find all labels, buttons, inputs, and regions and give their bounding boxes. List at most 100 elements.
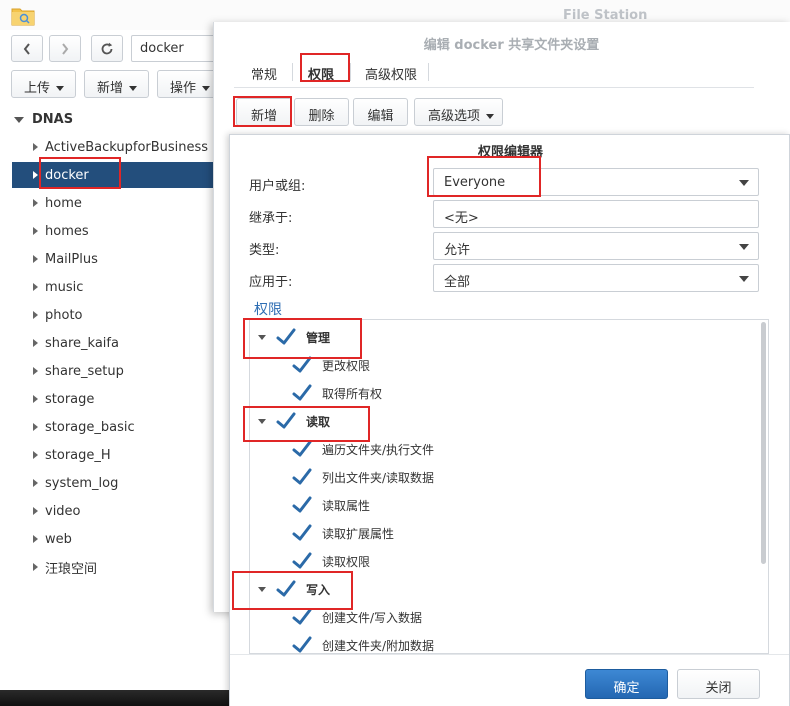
folder-item[interactable]: homes bbox=[12, 218, 214, 244]
folder-item[interactable]: MailPlus bbox=[12, 246, 214, 272]
properties-dialog-title: 编辑 docker 共享文件夹设置 bbox=[214, 22, 790, 60]
folder-label: web bbox=[45, 531, 72, 547]
tab-advanced-permissions[interactable]: 高级权限 bbox=[365, 64, 417, 83]
expand-arrow-icon bbox=[14, 116, 24, 123]
checkbox-checked[interactable] bbox=[292, 355, 312, 375]
tree-root-label: DNAS bbox=[32, 112, 74, 127]
chevron-down-icon bbox=[129, 86, 138, 91]
permission-group-label: 写入 bbox=[306, 582, 331, 597]
permission-group-write[interactable]: 写入 bbox=[258, 577, 330, 601]
folder-label: video bbox=[45, 503, 81, 519]
permission-item[interactable]: 创建文件夹/附加数据 bbox=[292, 633, 435, 653]
tab-divider bbox=[350, 63, 351, 81]
checkbox-checked[interactable] bbox=[292, 635, 312, 653]
permission-item[interactable]: 创建文件/写入数据 bbox=[292, 605, 422, 629]
permission-item[interactable]: 读取属性 bbox=[292, 493, 370, 517]
collapsed-arrow-icon bbox=[33, 451, 38, 459]
collapsed-arrow-icon bbox=[33, 255, 38, 263]
checkbox-checked[interactable] bbox=[292, 551, 312, 571]
inherited-from-field: <无> bbox=[433, 200, 759, 228]
tab-divider bbox=[292, 63, 293, 81]
tab-divider bbox=[428, 63, 429, 81]
folder-item[interactable]: home bbox=[12, 190, 214, 216]
tab-permissions[interactable]: 权限 bbox=[308, 64, 334, 83]
ok-button[interactable]: 确定 bbox=[585, 669, 668, 699]
collapsed-arrow-icon bbox=[33, 283, 38, 291]
apply-to-select[interactable]: 全部 bbox=[433, 264, 759, 292]
folder-item[interactable]: storage_basic bbox=[12, 414, 214, 440]
back-button[interactable] bbox=[11, 35, 43, 62]
folder-item[interactable]: system_log bbox=[12, 470, 214, 496]
folder-item[interactable]: video bbox=[12, 498, 214, 524]
checkbox-checked[interactable] bbox=[292, 523, 312, 543]
permission-item-label: 读取属性 bbox=[322, 498, 371, 513]
permission-item-label: 创建文件夹/附加数据 bbox=[322, 638, 435, 653]
refresh-icon bbox=[101, 42, 113, 54]
permission-group-admin[interactable]: 管理 bbox=[258, 325, 330, 349]
permission-item[interactable]: 遍历文件夹/执行文件 bbox=[292, 437, 434, 461]
advanced-options-label: 高级选项 bbox=[428, 109, 481, 124]
close-button[interactable]: 关闭 bbox=[677, 669, 760, 699]
chevron-left-icon bbox=[23, 42, 30, 55]
permission-item-label: 读取权限 bbox=[322, 554, 371, 569]
permission-item-label: 创建文件/写入数据 bbox=[322, 610, 423, 625]
forward-button[interactable] bbox=[49, 35, 81, 62]
permission-group-label: 管理 bbox=[306, 330, 331, 345]
permission-item[interactable]: 读取权限 bbox=[292, 549, 370, 573]
collapsed-arrow-icon bbox=[33, 227, 38, 235]
permission-item[interactable]: 列出文件夹/读取数据 bbox=[292, 465, 434, 489]
folder-item[interactable]: share_kaifa bbox=[12, 330, 214, 356]
folder-item-selected[interactable]: docker bbox=[12, 162, 214, 188]
upload-button[interactable]: 上传 bbox=[11, 70, 76, 98]
delete-permission-button[interactable]: 删除 bbox=[294, 98, 349, 126]
checkbox-checked[interactable] bbox=[276, 327, 296, 347]
tree-root[interactable]: DNAS bbox=[14, 112, 73, 127]
refresh-button[interactable] bbox=[91, 35, 123, 62]
permission-group-label: 读取 bbox=[306, 414, 331, 429]
folder-label: system_log bbox=[45, 475, 119, 491]
type-select[interactable]: 允许 bbox=[433, 232, 759, 260]
create-button[interactable]: 新增 bbox=[84, 70, 149, 98]
folder-label: photo bbox=[45, 307, 83, 323]
checkbox-checked[interactable] bbox=[292, 439, 312, 459]
user-or-group-label: 用户或组: bbox=[249, 179, 306, 194]
collapsed-arrow-icon bbox=[33, 311, 38, 319]
checkbox-checked[interactable] bbox=[292, 467, 312, 487]
advanced-options-button[interactable]: 高级选项 bbox=[414, 98, 503, 126]
user-or-group-select[interactable]: Everyone bbox=[433, 168, 759, 196]
folder-item[interactable]: storage_H bbox=[12, 442, 214, 468]
user-or-group-value: Everyone bbox=[444, 175, 506, 190]
folder-item[interactable]: web bbox=[12, 526, 214, 552]
checkbox-checked[interactable] bbox=[276, 579, 296, 599]
folder-item[interactable]: ActiveBackupforBusiness bbox=[12, 134, 214, 160]
checkbox-checked[interactable] bbox=[292, 607, 312, 627]
permission-item[interactable]: 更改权限 bbox=[292, 353, 370, 377]
permission-editor-title: 权限编辑器 bbox=[477, 145, 543, 160]
edit-permission-button[interactable]: 编辑 bbox=[353, 98, 408, 126]
permission-item-label: 取得所有权 bbox=[322, 386, 383, 401]
type-value: 允许 bbox=[444, 243, 471, 258]
folder-label: 汪琅空间 bbox=[45, 561, 98, 577]
chevron-down-icon bbox=[486, 114, 495, 119]
folder-label: MailPlus bbox=[45, 251, 98, 267]
checkbox-checked[interactable] bbox=[276, 411, 296, 431]
add-permission-button[interactable]: 新增 bbox=[236, 98, 292, 126]
collapsed-arrow-icon bbox=[33, 367, 38, 375]
permission-group-read[interactable]: 读取 bbox=[258, 409, 330, 433]
folder-item[interactable]: photo bbox=[12, 302, 214, 328]
permission-item[interactable]: 读取扩展属性 bbox=[292, 521, 394, 545]
checkbox-checked[interactable] bbox=[292, 495, 312, 515]
permissions-scrollbar[interactable] bbox=[761, 322, 766, 564]
permissions-section-title: 权限 bbox=[254, 302, 282, 318]
permission-editor-dialog: 权限编辑器 用户或组: Everyone 继承于: <无> 类型: 允许 应用于… bbox=[229, 134, 790, 706]
folder-label: homes bbox=[45, 223, 89, 239]
folder-item[interactable]: storage bbox=[12, 386, 214, 412]
tab-general[interactable]: 常规 bbox=[251, 64, 277, 83]
folder-item[interactable]: 汪琅空间 bbox=[12, 554, 214, 580]
folder-item[interactable]: share_setup bbox=[12, 358, 214, 384]
permission-item[interactable]: 取得所有权 bbox=[292, 381, 382, 405]
checkbox-checked[interactable] bbox=[292, 383, 312, 403]
folder-item[interactable]: music bbox=[12, 274, 214, 300]
create-button-label: 新增 bbox=[97, 81, 124, 96]
dropdown-arrow-icon bbox=[739, 276, 749, 282]
